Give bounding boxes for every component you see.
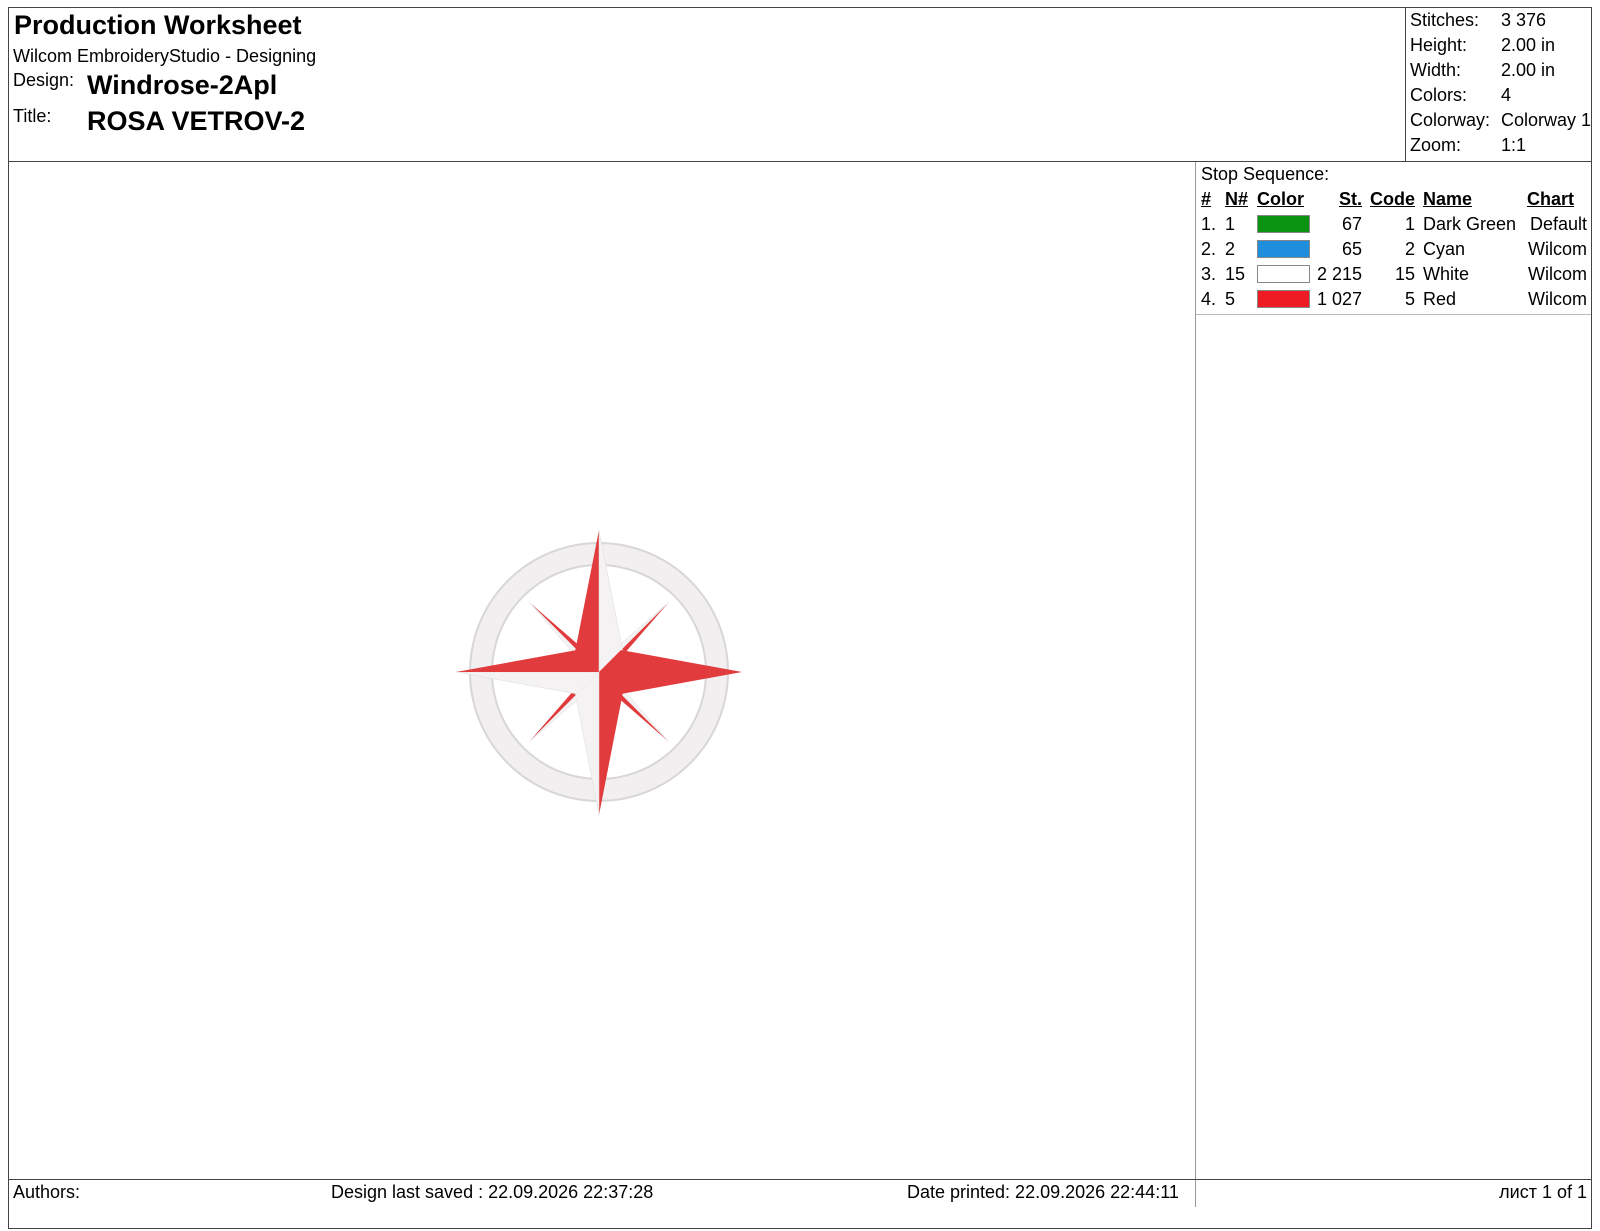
design-title: ROSA VETROV-2 <box>87 106 306 136</box>
stop-sequence-title: Stop Sequence: <box>1201 164 1330 184</box>
stat-colorway: Colorway: Colorway 1 <box>1410 110 1592 130</box>
title-label: Title: <box>13 106 52 126</box>
authors-label: Authors: <box>13 1182 81 1202</box>
date-printed: Date printed: 22.09.2026 22:44:11 <box>907 1182 1179 1202</box>
stat-height: Height: 2.00 in <box>1410 35 1556 55</box>
col-color: Color <box>1257 189 1304 209</box>
table-row: 4. 5 1 027 5 Red Wilcom <box>1201 289 1587 309</box>
col-st: St. <box>1338 189 1362 209</box>
col-n: N# <box>1225 189 1249 209</box>
color-swatch <box>1257 215 1310 233</box>
divider <box>1196 314 1591 315</box>
table-row: 3. 15 2 215 15 White Wilcom <box>1201 264 1587 284</box>
table-row: 1. 1 67 1 Dark Green Default <box>1201 214 1587 234</box>
design-label: Design: <box>13 70 75 90</box>
stop-sequence-panel: Stop Sequence: # N# Color St. Code Name … <box>1196 162 1591 1207</box>
col-name: Name <box>1423 189 1473 209</box>
stop-sequence-header: # N# Color St. Code Name Chart <box>1196 187 1591 212</box>
design-last-saved: Design last saved : 22.09.2026 22:37:28 <box>331 1182 654 1202</box>
design-name: Windrose-2Apl <box>87 70 278 100</box>
col-num: # <box>1201 189 1212 209</box>
color-swatch <box>1257 240 1310 258</box>
design-preview <box>9 162 1196 1207</box>
compass-rose-icon <box>455 529 742 816</box>
worksheet-footer: Authors: Design last saved : 22.09.2026 … <box>9 1179 1591 1229</box>
color-swatch <box>1257 265 1310 283</box>
stat-stitches: Stitches: 3 376 <box>1410 10 1547 30</box>
col-code: Code <box>1370 189 1415 209</box>
table-row: 2. 2 65 2 Cyan Wilcom <box>1201 239 1587 259</box>
stat-width: Width: 2.00 in <box>1410 60 1556 80</box>
page-title: Production Worksheet <box>14 10 302 40</box>
worksheet: Production Worksheet Wilcom EmbroiderySt… <box>8 7 1592 1229</box>
design-stats: Stitches: 3 376 Height: 2.00 in Width: 2… <box>1405 8 1592 161</box>
col-chart: Chart <box>1527 189 1575 209</box>
color-swatch <box>1257 290 1310 308</box>
software-name: Wilcom EmbroideryStudio - Designing <box>13 46 317 66</box>
worksheet-header: Production Worksheet Wilcom EmbroiderySt… <box>9 8 1591 162</box>
stat-zoom: Zoom: 1:1 <box>1410 135 1527 155</box>
stat-colors: Colors: 4 <box>1410 85 1512 105</box>
page-number: лист 1 of 1 <box>1499 1182 1587 1202</box>
